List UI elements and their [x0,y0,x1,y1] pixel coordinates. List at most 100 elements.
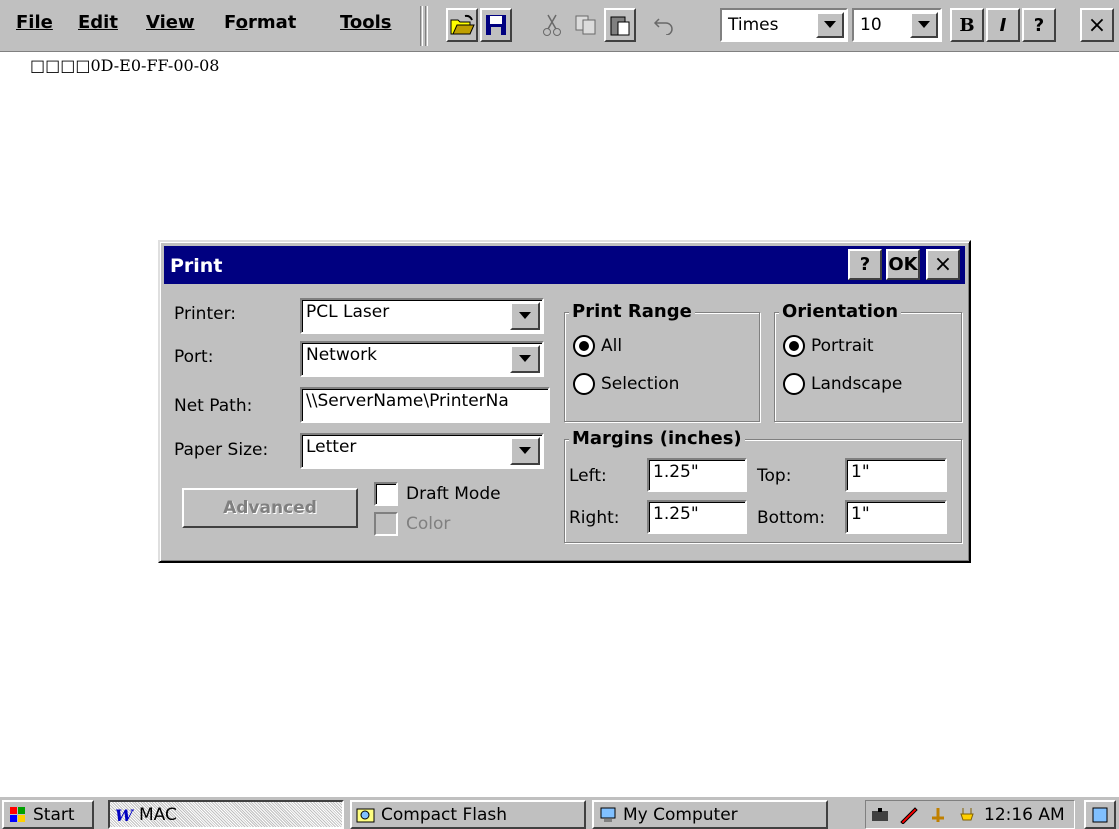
power-plug-icon[interactable] [957,806,977,824]
range-all-radio[interactable]: All [573,335,622,357]
margin-left-value: 1.25" [653,462,699,482]
radio-selected-icon[interactable] [573,335,595,357]
color-checkbox[interactable]: Color [374,512,450,536]
menu-tools[interactable]: Tools [340,12,392,33]
printer-label: Printer: [174,304,236,324]
margin-right-input[interactable]: 1.25" [647,500,747,534]
menu-edit[interactable]: Edit [78,12,118,33]
portrait-radio[interactable]: Portrait [783,335,874,357]
margin-right-label: Right: [569,508,620,528]
advanced-button[interactable]: Advanced [182,488,358,528]
draft-mode-label: Draft Mode [406,484,501,504]
margin-left-input[interactable]: 1.25" [647,458,747,492]
font-size-value: 10 [860,15,882,35]
dialog-titlebar[interactable]: Print ? OK × [164,246,965,284]
undo-icon[interactable] [648,8,680,42]
orientation-group: Orientation Portrait Landscape [774,301,962,422]
dialog-ok-button[interactable]: OK [886,249,920,280]
wordpad-icon: W [114,806,135,825]
port-label: Port: [174,347,214,367]
checkbox-box [374,512,398,536]
font-size-combo[interactable]: 10 [852,8,942,42]
task-my-computer[interactable]: My Computer [592,800,828,829]
netpath-input[interactable]: \\ServerName\PrinterNa [300,387,550,423]
margin-top-input[interactable]: 1" [845,458,947,492]
font-name-value: Times [728,15,779,35]
copy-icon[interactable] [570,8,602,42]
paste-icon[interactable] [604,8,636,42]
radio-unselected-icon[interactable] [573,373,595,395]
task-mac[interactable]: W MAC [108,800,344,829]
draft-mode-checkbox[interactable]: Draft Mode [374,482,501,506]
cut-scissors-icon[interactable] [536,8,568,42]
close-button[interactable]: × [1080,8,1114,42]
paper-size-select[interactable]: Letter [300,433,544,469]
font-name-combo[interactable]: Times [720,8,848,42]
dialog-close-button[interactable]: × [926,249,960,280]
print-range-title: Print Range [569,301,695,322]
save-disk-icon[interactable] [480,8,512,42]
clock[interactable]: 12:16 AM [984,805,1065,825]
chevron-down-icon[interactable] [510,302,540,330]
windows-flag-icon [8,806,28,824]
chevron-down-icon[interactable] [510,437,540,465]
chevron-down-icon[interactable] [910,12,938,38]
menu-format[interactable]: Format [224,12,296,33]
netpath-value: \\ServerName\PrinterNa [306,391,509,411]
taskbar: Start W MAC Compact Flash My Computer 12… [0,795,1119,829]
dialog-title: Print [170,255,223,277]
usb-icon[interactable] [928,806,948,824]
start-button[interactable]: Start [2,800,94,829]
computer-icon [598,806,618,824]
chevron-down-icon[interactable] [510,345,540,373]
color-label: Color [406,514,451,534]
task-compact-flash[interactable]: Compact Flash [350,800,586,829]
folder-search-icon [356,806,376,824]
portrait-label: Portrait [811,336,874,356]
range-selection-label: Selection [601,374,680,394]
menu-view[interactable]: View [146,12,195,33]
desktop-icon[interactable] [1084,800,1116,829]
orientation-title: Orientation [779,301,902,322]
paper-size-label: Paper Size: [174,440,269,460]
print-range-group: Print Range All Selection [564,301,760,422]
margin-left-label: Left: [569,466,607,486]
document-text[interactable]: □□□□0D-E0-FF-00-08 [30,56,219,75]
dialog-help-button[interactable]: ? [848,249,882,280]
range-all-label: All [601,336,623,356]
printer-value: PCL Laser [306,302,390,322]
start-label: Start [33,804,75,825]
command-bar: File Edit View Format Tools Times 10 B I… [0,0,1119,52]
open-folder-icon[interactable] [446,8,478,42]
print-dialog: Print ? OK × Printer: PCL Laser Port: Ne… [158,240,971,563]
margins-title: Margins (inches) [569,428,745,449]
range-selection-radio[interactable]: Selection [573,373,679,395]
port-value: Network [306,345,377,365]
landscape-radio[interactable]: Landscape [783,373,902,395]
netpath-label: Net Path: [174,396,253,416]
margin-bottom-input[interactable]: 1" [845,500,947,534]
margin-top-label: Top: [757,466,792,486]
radio-selected-icon[interactable] [783,335,805,357]
bold-button[interactable]: B [950,8,984,42]
checkbox-box[interactable] [374,482,398,506]
margin-top-value: 1" [851,462,870,482]
task-my-computer-label: My Computer [623,804,738,825]
chevron-down-icon[interactable] [816,12,844,38]
printer-select[interactable]: PCL Laser [300,298,544,334]
margin-bottom-label: Bottom: [757,508,826,528]
paper-size-value: Letter [306,437,357,457]
task-compact-flash-label: Compact Flash [381,804,508,825]
port-select[interactable]: Network [300,341,544,377]
landscape-label: Landscape [811,374,903,394]
italic-button[interactable]: I [986,8,1020,42]
menu-file[interactable]: File [16,12,53,33]
task-mac-label: MAC [139,804,177,825]
radio-unselected-icon[interactable] [783,373,805,395]
margin-right-value: 1.25" [653,504,699,524]
margins-group: Margins (inches) Left: 1.25" Top: 1" Rig… [564,428,962,543]
help-button[interactable]: ? [1022,8,1056,42]
network-icon[interactable] [870,806,890,824]
pen-input-icon[interactable] [899,806,919,825]
toolbar-separator [425,6,428,46]
